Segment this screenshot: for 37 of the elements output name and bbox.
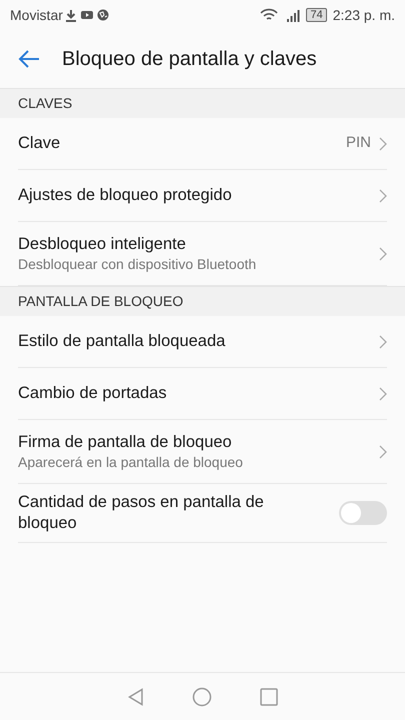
section-header: PANTALLA DE BLOQUEO [0, 286, 405, 316]
item-label: Clave [18, 133, 62, 154]
settings-item[interactable]: Ajustes de bloqueo protegido [18, 170, 387, 222]
item-label: Desbloqueo inteligente [18, 234, 187, 255]
section-header: CLAVES [0, 88, 405, 118]
settings-item[interactable]: Firma de pantalla de bloqueo Aparecerá en la pantalla de bloqueo [18, 420, 387, 484]
chevron-right-icon [379, 246, 387, 260]
chevron-right-icon [379, 188, 387, 202]
video-icon [80, 10, 93, 20]
chevron-right-icon [379, 136, 387, 150]
back-icon[interactable] [128, 688, 144, 706]
toggle-switch[interactable] [339, 501, 387, 525]
home-icon[interactable] [192, 686, 212, 706]
settings-item[interactable]: Cambio de portadas [18, 368, 387, 420]
wifi-icon [260, 8, 278, 22]
item-value: PIN [346, 133, 371, 154]
signal-icon [286, 8, 300, 22]
settings-item[interactable]: Estilo de pantalla bloqueada [18, 316, 387, 368]
chevron-right-icon [379, 334, 387, 348]
download-icon [64, 8, 77, 22]
item-label: Firma de pantalla de bloqueo [18, 432, 233, 453]
item-subtitle: Aparecerá en la pantalla de bloqueo [18, 453, 244, 471]
settings-item[interactable]: Clave PIN [18, 118, 387, 170]
page-title: Bloqueo de pantalla y claves [62, 47, 317, 72]
chevron-right-icon [379, 386, 387, 400]
item-label: Cambio de portadas [18, 383, 168, 404]
back-arrow-icon[interactable] [18, 50, 40, 68]
settings-item[interactable]: Cantidad de pasos en pantalla de bloqueo [18, 484, 387, 543]
chevron-right-icon [379, 444, 387, 458]
battery-indicator: 74 [306, 8, 327, 22]
item-label: Ajustes de bloqueo protegido [18, 185, 233, 206]
item-label: Cantidad de pasos en pantalla de bloqueo [18, 492, 265, 534]
item-subtitle: Desbloquear con dispositivo Bluetooth [18, 255, 258, 273]
recents-icon[interactable] [260, 688, 278, 706]
item-label: Estilo de pantalla bloqueada [18, 331, 226, 352]
carrier-name: Movistar [10, 6, 63, 24]
clock-time: 2:23 p. m. [332, 6, 395, 25]
